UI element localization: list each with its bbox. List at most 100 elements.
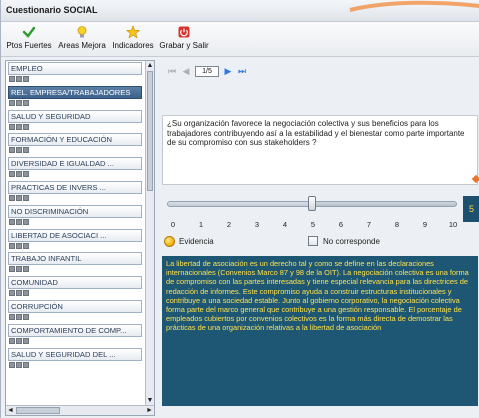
category-sidebar: EMPLEO REL. EMPRESA/TRABAJADORES SALUD Y S… xyxy=(5,60,155,416)
status-box-icon xyxy=(16,194,22,201)
status-box-icon xyxy=(16,313,22,320)
sidebar-item-label[interactable]: EMPLEO xyxy=(8,62,142,75)
status-box-icon xyxy=(9,147,15,154)
slider-tick-label: 1 xyxy=(198,220,204,229)
sidebar-item[interactable]: REL. EMPRESA/TRABAJADORES xyxy=(6,85,146,109)
sidebar-item[interactable]: DIVERSIDAD E IGUALDAD ... xyxy=(6,157,146,180)
status-indicators xyxy=(9,171,146,178)
indicators-button-label: Indicadores xyxy=(112,41,154,50)
previous-page-icon[interactable]: ◀ xyxy=(181,66,191,76)
sidebar-item-label[interactable]: FORMACIÓN Y EDUCACIÓN xyxy=(8,133,142,147)
status-box-icon xyxy=(9,76,15,82)
status-box-icon xyxy=(23,194,29,201)
status-indicators xyxy=(9,147,146,154)
star-icon xyxy=(126,25,140,39)
last-page-icon[interactable]: ⏭ xyxy=(237,66,247,76)
no-corresponde-label: No corresponde xyxy=(323,236,380,246)
status-box-icon xyxy=(9,313,15,320)
slider-handle[interactable] xyxy=(308,196,316,211)
improvement-areas-button-label: Areas Mejora xyxy=(58,41,106,50)
checkbox-box[interactable] xyxy=(308,236,318,246)
status-box-icon xyxy=(23,337,29,344)
status-box-icon xyxy=(16,290,22,297)
status-box-icon xyxy=(16,218,22,225)
sidebar-scroll-thumb[interactable] xyxy=(147,71,153,191)
improvement-areas-button[interactable]: Areas Mejora xyxy=(57,24,107,56)
sidebar-item-label[interactable]: CORRUPCIÓN xyxy=(8,299,142,313)
sidebar-item[interactable]: FORMACIÓN Y EDUCACIÓN xyxy=(6,133,146,156)
scroll-up-icon[interactable]: ▲ xyxy=(146,61,154,70)
sidebar-item-label[interactable]: COMUNIDAD xyxy=(8,276,142,290)
save-exit-button[interactable]: Grabar y Salir xyxy=(158,24,210,56)
strengths-button[interactable]: Ptos Fuertes xyxy=(5,24,53,56)
strengths-button-label: Ptos Fuertes xyxy=(6,41,52,50)
category-list: EMPLEO REL. EMPRESA/TRABAJADORES SALUD Y S… xyxy=(6,61,146,405)
sidebar-item[interactable]: SALUD Y SEGURIDAD xyxy=(6,109,146,133)
sidebar-item[interactable]: CORRUPCIÓN xyxy=(6,299,146,323)
status-box-icon xyxy=(23,218,29,225)
sidebar-item[interactable]: TRABAJO INFANTIL xyxy=(6,252,146,275)
sidebar-item-label[interactable]: REL. EMPRESA/TRABAJADORES xyxy=(8,85,142,99)
sidebar-item-label[interactable]: DIVERSIDAD E IGUALDAD ... xyxy=(8,157,142,171)
sidebar-item-label[interactable]: TRABAJO INFANTIL xyxy=(8,252,142,266)
rating-slider[interactable] xyxy=(167,196,459,212)
status-box-icon xyxy=(9,99,15,106)
status-box-icon xyxy=(9,194,15,201)
sidebar-horizontal-scrollbar[interactable]: ◄ ► xyxy=(6,405,154,415)
sidebar-item[interactable]: LIBERTAD DE ASOCIACI ... xyxy=(6,228,146,252)
question-panel: ¿Su organización favorece la negociación… xyxy=(162,115,479,185)
status-indicators xyxy=(9,242,146,249)
status-indicators xyxy=(9,99,146,106)
slider-fill xyxy=(168,202,312,206)
status-box-icon xyxy=(23,76,29,82)
sidebar-item[interactable]: NO DISCRIMINACIÓN xyxy=(6,204,146,228)
scroll-right-icon[interactable]: ► xyxy=(145,406,154,415)
status-box-icon xyxy=(16,337,22,344)
question-pager: ⏮ ◀ 1/5 ▶ ⏭ xyxy=(167,64,247,78)
status-box-icon xyxy=(23,290,29,297)
sidebar-item-label[interactable]: SALUD Y SEGURIDAD DEL ... xyxy=(8,347,142,361)
status-box-icon xyxy=(16,147,22,154)
evidence-icon xyxy=(164,236,175,247)
indicators-button[interactable]: Indicadores xyxy=(109,24,157,56)
sidebar-item-label[interactable]: SALUD Y SEGURIDAD xyxy=(8,109,142,123)
sidebar-item[interactable]: PRACTICAS DE INVERS ... xyxy=(6,180,146,204)
status-indicators xyxy=(9,123,146,130)
sidebar-item[interactable]: SALUD Y SEGURIDAD DEL ... xyxy=(6,347,146,371)
slider-tick-label: 4 xyxy=(282,220,288,229)
first-page-icon[interactable]: ⏮ xyxy=(167,66,177,76)
status-box-icon xyxy=(9,171,15,178)
scroll-left-icon[interactable]: ◄ xyxy=(6,406,15,415)
slider-tick-label: 5 xyxy=(310,220,316,229)
page-indicator[interactable]: 1/5 xyxy=(195,65,219,77)
sidebar-hscroll-thumb[interactable] xyxy=(16,407,60,414)
slider-tick-label: 8 xyxy=(394,220,400,229)
window-title: Cuestionario SOCIAL xyxy=(6,5,98,15)
next-page-icon[interactable]: ▶ xyxy=(223,66,233,76)
sidebar-vertical-scrollbar[interactable]: ▲ ▼ xyxy=(145,61,154,405)
status-box-icon xyxy=(16,76,22,82)
status-box-icon xyxy=(23,361,29,368)
evidence-button[interactable]: Evidencia xyxy=(164,236,214,247)
sidebar-item-label[interactable]: PRACTICAS DE INVERS ... xyxy=(8,180,142,194)
slider-tick-label: 9 xyxy=(422,220,428,229)
sidebar-item[interactable]: COMUNIDAD xyxy=(6,276,146,299)
save-exit-button-label: Grabar y Salir xyxy=(159,41,209,50)
explanation-text: La libertad de asociación es un derecho … xyxy=(166,259,469,333)
slider-tick-label: 0 xyxy=(170,220,176,229)
status-box-icon xyxy=(16,123,22,130)
slider-tick-labels: 0 1 2 3 4 5 6 7 8 9 10 xyxy=(167,220,459,230)
slider-tick-label: 10 xyxy=(448,220,458,229)
scroll-down-icon[interactable]: ▼ xyxy=(146,396,154,405)
slider-tick-label: 3 xyxy=(254,220,260,229)
sidebar-item-label[interactable]: NO DISCRIMINACIÓN xyxy=(8,204,142,218)
sidebar-item-label[interactable]: COMPORTAMIENTO DE COMP... xyxy=(8,323,142,337)
question-text: ¿Su organización favorece la negociación… xyxy=(167,119,465,148)
sidebar-item[interactable]: EMPLEO xyxy=(6,62,146,85)
status-box-icon xyxy=(9,218,15,225)
explanation-panel: La libertad de asociación es un derecho … xyxy=(162,256,478,406)
no-corresponde-checkbox[interactable]: No corresponde xyxy=(308,236,380,246)
sidebar-item-label[interactable]: LIBERTAD DE ASOCIACI ... xyxy=(8,228,142,242)
status-box-icon xyxy=(16,99,22,106)
sidebar-item[interactable]: COMPORTAMIENTO DE COMP... xyxy=(6,323,146,347)
